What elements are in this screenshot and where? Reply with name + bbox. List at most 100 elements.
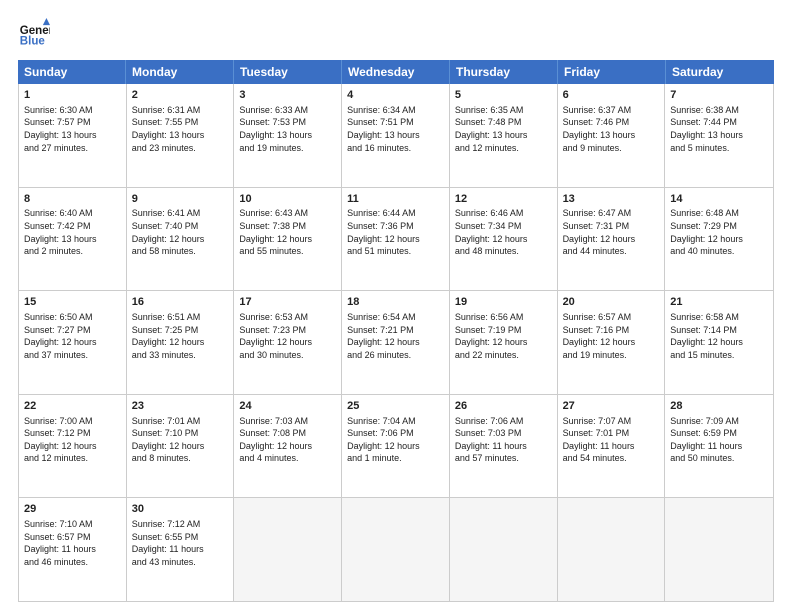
- calendar-cell-day-12: 12Sunrise: 6:46 AM Sunset: 7:34 PM Dayli…: [450, 188, 558, 291]
- calendar-row-1: 1Sunrise: 6:30 AM Sunset: 7:57 PM Daylig…: [19, 84, 773, 188]
- day-number: 3: [239, 88, 336, 103]
- calendar-cell-day-14: 14Sunrise: 6:48 AM Sunset: 7:29 PM Dayli…: [665, 188, 773, 291]
- day-number: 14: [670, 192, 768, 207]
- day-info: Sunrise: 7:06 AM Sunset: 7:03 PM Dayligh…: [455, 415, 552, 465]
- day-number: 6: [563, 88, 660, 103]
- day-info: Sunrise: 6:54 AM Sunset: 7:21 PM Dayligh…: [347, 311, 444, 361]
- logo: General Blue: [18, 18, 50, 50]
- calendar-row-2: 8Sunrise: 6:40 AM Sunset: 7:42 PM Daylig…: [19, 188, 773, 292]
- day-number: 17: [239, 295, 336, 310]
- calendar-cell-day-2: 2Sunrise: 6:31 AM Sunset: 7:55 PM Daylig…: [127, 84, 235, 187]
- day-info: Sunrise: 6:43 AM Sunset: 7:38 PM Dayligh…: [239, 207, 336, 257]
- calendar-cell-day-30: 30Sunrise: 7:12 AM Sunset: 6:55 PM Dayli…: [127, 498, 235, 601]
- day-number: 1: [24, 88, 121, 103]
- day-number: 22: [24, 399, 121, 414]
- day-info: Sunrise: 6:31 AM Sunset: 7:55 PM Dayligh…: [132, 104, 229, 154]
- calendar-cell-day-3: 3Sunrise: 6:33 AM Sunset: 7:53 PM Daylig…: [234, 84, 342, 187]
- calendar-row-5: 29Sunrise: 7:10 AM Sunset: 6:57 PM Dayli…: [19, 498, 773, 601]
- day-number: 24: [239, 399, 336, 414]
- logo-icon: General Blue: [18, 18, 50, 50]
- day-info: Sunrise: 6:38 AM Sunset: 7:44 PM Dayligh…: [670, 104, 768, 154]
- page-header: General Blue: [18, 18, 774, 50]
- day-info: Sunrise: 6:35 AM Sunset: 7:48 PM Dayligh…: [455, 104, 552, 154]
- day-number: 12: [455, 192, 552, 207]
- day-info: Sunrise: 6:57 AM Sunset: 7:16 PM Dayligh…: [563, 311, 660, 361]
- calendar-cell-day-26: 26Sunrise: 7:06 AM Sunset: 7:03 PM Dayli…: [450, 395, 558, 498]
- calendar-cell-day-29: 29Sunrise: 7:10 AM Sunset: 6:57 PM Dayli…: [19, 498, 127, 601]
- day-number: 20: [563, 295, 660, 310]
- calendar-cell-day-24: 24Sunrise: 7:03 AM Sunset: 7:08 PM Dayli…: [234, 395, 342, 498]
- calendar-cell-day-22: 22Sunrise: 7:00 AM Sunset: 7:12 PM Dayli…: [19, 395, 127, 498]
- calendar-cell-day-21: 21Sunrise: 6:58 AM Sunset: 7:14 PM Dayli…: [665, 291, 773, 394]
- calendar-row-4: 22Sunrise: 7:00 AM Sunset: 7:12 PM Dayli…: [19, 395, 773, 499]
- day-info: Sunrise: 6:56 AM Sunset: 7:19 PM Dayligh…: [455, 311, 552, 361]
- day-number: 5: [455, 88, 552, 103]
- day-number: 11: [347, 192, 444, 207]
- day-number: 30: [132, 502, 229, 517]
- calendar-cell-day-8: 8Sunrise: 6:40 AM Sunset: 7:42 PM Daylig…: [19, 188, 127, 291]
- calendar-cell-day-20: 20Sunrise: 6:57 AM Sunset: 7:16 PM Dayli…: [558, 291, 666, 394]
- calendar-cell-day-18: 18Sunrise: 6:54 AM Sunset: 7:21 PM Dayli…: [342, 291, 450, 394]
- calendar-cell-day-16: 16Sunrise: 6:51 AM Sunset: 7:25 PM Dayli…: [127, 291, 235, 394]
- day-number: 21: [670, 295, 768, 310]
- day-info: Sunrise: 6:51 AM Sunset: 7:25 PM Dayligh…: [132, 311, 229, 361]
- calendar-cell-day-25: 25Sunrise: 7:04 AM Sunset: 7:06 PM Dayli…: [342, 395, 450, 498]
- day-number: 7: [670, 88, 768, 103]
- header-day-wednesday: Wednesday: [342, 60, 450, 84]
- day-number: 29: [24, 502, 121, 517]
- day-info: Sunrise: 6:37 AM Sunset: 7:46 PM Dayligh…: [563, 104, 660, 154]
- day-number: 26: [455, 399, 552, 414]
- day-info: Sunrise: 6:30 AM Sunset: 7:57 PM Dayligh…: [24, 104, 121, 154]
- calendar-cell-day-4: 4Sunrise: 6:34 AM Sunset: 7:51 PM Daylig…: [342, 84, 450, 187]
- calendar-cell-day-27: 27Sunrise: 7:07 AM Sunset: 7:01 PM Dayli…: [558, 395, 666, 498]
- day-info: Sunrise: 6:58 AM Sunset: 7:14 PM Dayligh…: [670, 311, 768, 361]
- day-number: 9: [132, 192, 229, 207]
- day-info: Sunrise: 6:34 AM Sunset: 7:51 PM Dayligh…: [347, 104, 444, 154]
- day-number: 18: [347, 295, 444, 310]
- calendar-header: SundayMondayTuesdayWednesdayThursdayFrid…: [18, 60, 774, 84]
- day-number: 13: [563, 192, 660, 207]
- day-info: Sunrise: 6:50 AM Sunset: 7:27 PM Dayligh…: [24, 311, 121, 361]
- day-number: 4: [347, 88, 444, 103]
- calendar-cell-day-28: 28Sunrise: 7:09 AM Sunset: 6:59 PM Dayli…: [665, 395, 773, 498]
- calendar-cell-empty: [558, 498, 666, 601]
- calendar-cell-empty: [234, 498, 342, 601]
- calendar-cell-empty: [450, 498, 558, 601]
- day-number: 19: [455, 295, 552, 310]
- calendar-cell-empty: [665, 498, 773, 601]
- day-info: Sunrise: 6:47 AM Sunset: 7:31 PM Dayligh…: [563, 207, 660, 257]
- day-info: Sunrise: 7:07 AM Sunset: 7:01 PM Dayligh…: [563, 415, 660, 465]
- calendar: SundayMondayTuesdayWednesdayThursdayFrid…: [18, 60, 774, 602]
- day-number: 16: [132, 295, 229, 310]
- calendar-cell-day-19: 19Sunrise: 6:56 AM Sunset: 7:19 PM Dayli…: [450, 291, 558, 394]
- day-number: 27: [563, 399, 660, 414]
- calendar-cell-day-7: 7Sunrise: 6:38 AM Sunset: 7:44 PM Daylig…: [665, 84, 773, 187]
- day-info: Sunrise: 7:09 AM Sunset: 6:59 PM Dayligh…: [670, 415, 768, 465]
- calendar-cell-day-5: 5Sunrise: 6:35 AM Sunset: 7:48 PM Daylig…: [450, 84, 558, 187]
- day-number: 23: [132, 399, 229, 414]
- day-info: Sunrise: 6:44 AM Sunset: 7:36 PM Dayligh…: [347, 207, 444, 257]
- header-day-friday: Friday: [558, 60, 666, 84]
- day-info: Sunrise: 6:41 AM Sunset: 7:40 PM Dayligh…: [132, 207, 229, 257]
- day-info: Sunrise: 7:03 AM Sunset: 7:08 PM Dayligh…: [239, 415, 336, 465]
- day-info: Sunrise: 7:10 AM Sunset: 6:57 PM Dayligh…: [24, 518, 121, 568]
- day-info: Sunrise: 6:40 AM Sunset: 7:42 PM Dayligh…: [24, 207, 121, 257]
- day-number: 2: [132, 88, 229, 103]
- day-info: Sunrise: 7:00 AM Sunset: 7:12 PM Dayligh…: [24, 415, 121, 465]
- day-info: Sunrise: 7:12 AM Sunset: 6:55 PM Dayligh…: [132, 518, 229, 568]
- header-day-monday: Monday: [126, 60, 234, 84]
- day-info: Sunrise: 7:04 AM Sunset: 7:06 PM Dayligh…: [347, 415, 444, 465]
- day-info: Sunrise: 6:33 AM Sunset: 7:53 PM Dayligh…: [239, 104, 336, 154]
- day-info: Sunrise: 6:48 AM Sunset: 7:29 PM Dayligh…: [670, 207, 768, 257]
- calendar-cell-day-15: 15Sunrise: 6:50 AM Sunset: 7:27 PM Dayli…: [19, 291, 127, 394]
- day-info: Sunrise: 6:53 AM Sunset: 7:23 PM Dayligh…: [239, 311, 336, 361]
- calendar-row-3: 15Sunrise: 6:50 AM Sunset: 7:27 PM Dayli…: [19, 291, 773, 395]
- day-number: 28: [670, 399, 768, 414]
- header-day-tuesday: Tuesday: [234, 60, 342, 84]
- calendar-cell-empty: [342, 498, 450, 601]
- day-number: 15: [24, 295, 121, 310]
- day-number: 25: [347, 399, 444, 414]
- calendar-body: 1Sunrise: 6:30 AM Sunset: 7:57 PM Daylig…: [18, 84, 774, 602]
- day-info: Sunrise: 6:46 AM Sunset: 7:34 PM Dayligh…: [455, 207, 552, 257]
- calendar-cell-day-6: 6Sunrise: 6:37 AM Sunset: 7:46 PM Daylig…: [558, 84, 666, 187]
